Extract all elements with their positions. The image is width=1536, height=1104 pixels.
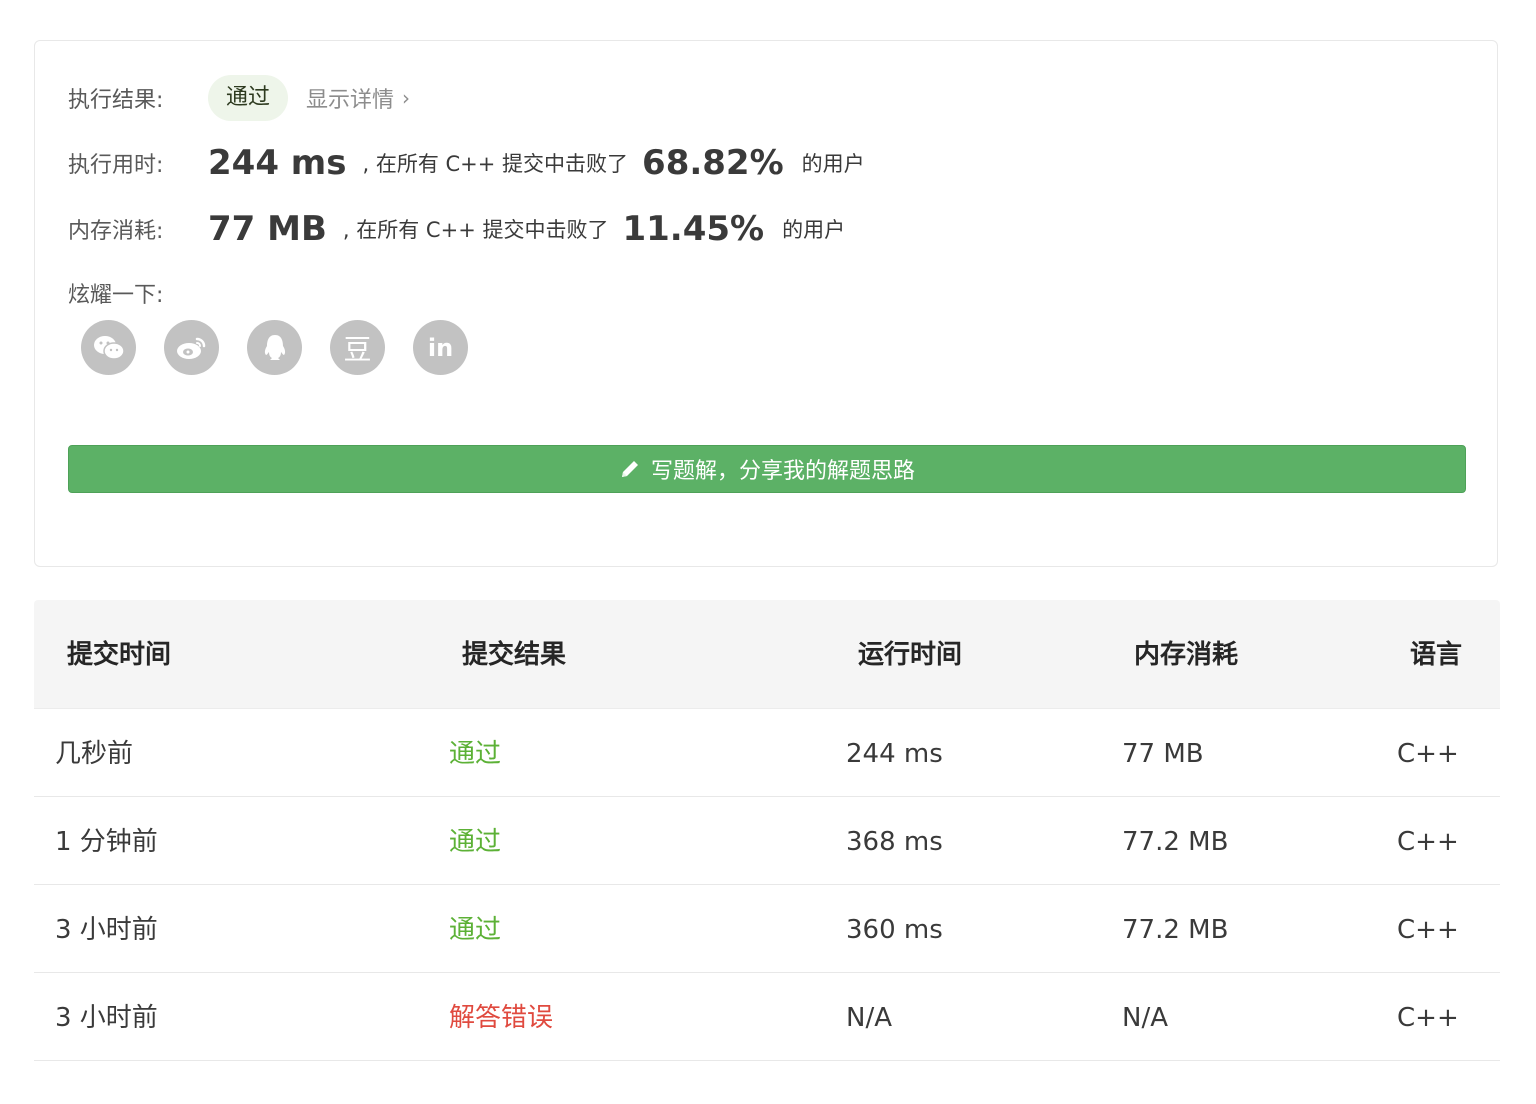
submissions-table: 提交时间 提交结果 运行时间 内存消耗 语言 几秒前 通过 244 ms 77 … [34,600,1500,1061]
weibo-icon[interactable] [164,320,219,375]
status-row: 执行结果: 通过 显示详情 › [68,75,410,121]
header-submit-time[interactable]: 提交时间 [67,600,171,708]
cell-time: 3 小时前 [55,1003,158,1033]
cell-language: C++ [1397,915,1459,945]
cell-result[interactable]: 通过 [449,797,501,884]
table-header: 提交时间 提交结果 运行时间 内存消耗 语言 [34,600,1500,709]
qq-icon[interactable] [247,320,302,375]
cell-time: 1 分钟前 [55,827,158,857]
cell-language: C++ [1397,1003,1459,1033]
memory-tail: 的用户 [782,218,846,242]
chevron-right-icon: › [402,86,411,110]
cell-result[interactable]: 通过 [449,885,501,972]
douban-glyph: 豆 [343,332,372,366]
cell-result[interactable]: 通过 [449,709,501,796]
share-row: 炫耀一下: [68,277,163,309]
cell-time: 几秒前 [55,739,134,769]
runtime-label: 执行用时: [68,153,164,178]
table-row[interactable]: 3 小时前 解答错误 N/A N/A C++ [34,973,1500,1061]
memory-value: 77 MB [208,209,327,249]
cell-time: 3 小时前 [55,915,158,945]
result-card: 执行结果: 通过 显示详情 › 执行用时: 244 ms , 在所有 C++ 提… [34,40,1498,567]
cell-memory: 77.2 MB [1122,915,1229,945]
show-details-label: 显示详情 [306,88,395,113]
runtime-beat-text: , 在所有 C++ 提交中击败了 [362,152,629,176]
cell-runtime: 244 ms [846,739,943,769]
runtime-percent: 68.82% [642,143,784,183]
status-badge: 通过 [208,75,289,121]
linkedin-icon[interactable]: in [413,320,468,375]
write-solution-label: 写题解，分享我的解题思路 [650,459,915,484]
share-label: 炫耀一下: [68,283,164,308]
write-solution-button[interactable]: 写题解，分享我的解题思路 [68,445,1466,493]
table-row[interactable]: 几秒前 通过 244 ms 77 MB C++ [34,709,1500,797]
cell-language: C++ [1397,827,1459,857]
cell-memory: N/A [1122,1003,1168,1033]
header-submit-result[interactable]: 提交结果 [462,600,566,708]
status-label: 执行结果: [68,88,164,113]
show-details-link[interactable]: 显示详情 › [306,82,410,114]
cell-result[interactable]: 解答错误 [449,973,553,1060]
linkedin-glyph: in [427,333,454,362]
cell-memory: 77 MB [1122,739,1204,769]
runtime-value: 244 ms [208,143,347,183]
header-language[interactable]: 语言 [1410,600,1462,708]
memory-percent: 11.45% [622,209,765,249]
douban-icon[interactable]: 豆 [330,320,385,375]
table-row[interactable]: 1 分钟前 通过 368 ms 77.2 MB C++ [34,797,1500,885]
memory-label: 内存消耗: [68,219,164,244]
cell-memory: 77.2 MB [1122,827,1229,857]
wechat-icon[interactable] [81,320,136,375]
header-runtime[interactable]: 运行时间 [858,600,962,708]
memory-row: 内存消耗: 77 MB , 在所有 C++ 提交中击败了 11.45% 的用户 [68,209,845,249]
runtime-tail: 的用户 [801,152,865,176]
share-buttons: 豆 in [81,320,468,375]
cell-runtime: 360 ms [846,915,943,945]
cell-runtime: N/A [846,1003,892,1033]
header-memory[interactable]: 内存消耗 [1134,600,1238,708]
table-row[interactable]: 3 小时前 通过 360 ms 77.2 MB C++ [34,885,1500,973]
cell-runtime: 368 ms [846,827,943,857]
cell-language: C++ [1397,739,1459,769]
pencil-icon [621,461,638,477]
runtime-row: 执行用时: 244 ms , 在所有 C++ 提交中击败了 68.82% 的用户 [68,143,865,183]
memory-beat-text: , 在所有 C++ 提交中击败了 [342,218,609,242]
